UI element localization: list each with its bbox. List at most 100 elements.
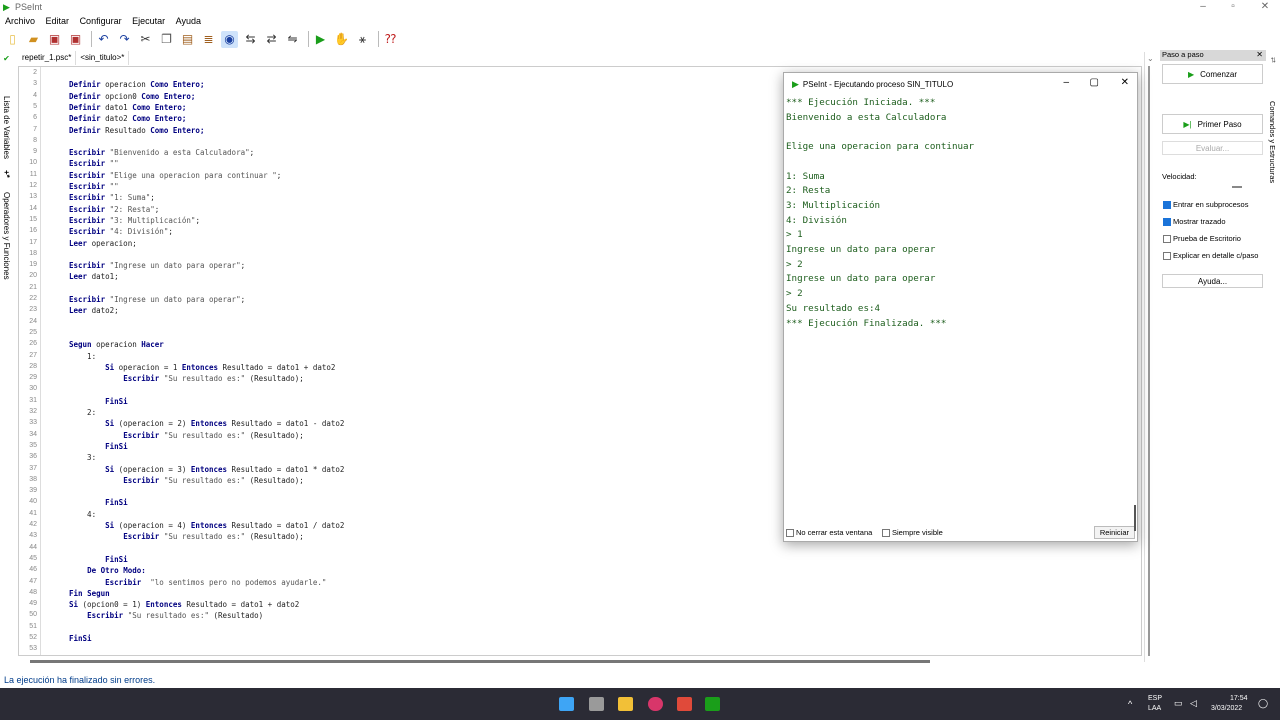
- line-number: 34: [29, 430, 37, 438]
- code-text: Escribir "1: Suma";: [69, 193, 155, 203]
- checkbox-box[interactable]: [786, 528, 794, 537]
- code-text: Leer operacion;: [69, 238, 137, 248]
- checkbox-checked[interactable]: [1163, 217, 1171, 226]
- code-text: Definir operacion Como Entero;: [69, 80, 205, 90]
- menu-editar[interactable]: Editar: [46, 14, 70, 26]
- task-view-icon[interactable]: [589, 697, 604, 711]
- clock-time[interactable]: 17:54: [1230, 695, 1248, 702]
- windows-start-icon[interactable]: [559, 697, 574, 711]
- line-number: 53: [29, 645, 37, 653]
- code-line[interactable]: 48 Fin Segun: [19, 589, 1119, 600]
- browser-icon[interactable]: [648, 697, 663, 711]
- siempre-visible-checkbox[interactable]: Siempre visible: [882, 528, 943, 537]
- indent-icon[interactable]: ≣: [200, 31, 217, 48]
- prueba-escritorio-checkbox[interactable]: Prueba de Escritorio: [1163, 234, 1241, 243]
- commands-panel-tab[interactable]: ⇄ Comandos y Estructuras: [1266, 55, 1280, 255]
- comenzar-button[interactable]: ▶ Comenzar: [1162, 64, 1263, 84]
- save-as-icon[interactable]: ▣: [67, 31, 84, 48]
- console-scrollbar[interactable]: [1134, 505, 1136, 531]
- line-number: 45: [29, 554, 37, 562]
- open-folder-icon[interactable]: ▰: [25, 31, 42, 48]
- panel-header: Paso a paso ✕: [1160, 50, 1266, 61]
- menu-configurar[interactable]: Configurar: [80, 14, 122, 26]
- office-icon[interactable]: [677, 697, 692, 711]
- minimize-icon[interactable]: –: [1188, 1, 1218, 12]
- code-line[interactable]: 47 Escribir "lo sentimos pero no podemos…: [19, 578, 1119, 589]
- console-close-icon[interactable]: ✕: [1121, 77, 1129, 88]
- code-text: Escribir "": [69, 182, 119, 191]
- line-number: 17: [29, 238, 37, 246]
- help-icon[interactable]: ⁇: [382, 31, 399, 48]
- vertical-scrollbar[interactable]: [1148, 66, 1150, 656]
- paste-icon[interactable]: ▤: [179, 31, 196, 48]
- no-cerrar-checkbox[interactable]: No cerrar esta ventana: [786, 528, 872, 537]
- code-line[interactable]: 49 Si (opcion0 = 1) Entonces Resultado = …: [19, 600, 1119, 611]
- tab-sin-titulo[interactable]: <sin_titulo>*: [76, 51, 130, 65]
- checkbox-box[interactable]: [1163, 234, 1171, 243]
- find-icon[interactable]: ◉: [221, 30, 238, 48]
- close-icon[interactable]: ✕: [1250, 1, 1280, 12]
- console-line: 4: División: [786, 214, 847, 226]
- explicar-checkbox[interactable]: Explicar en detalle c/paso: [1163, 251, 1258, 260]
- checkbox-box[interactable]: [882, 528, 890, 537]
- reiniciar-button[interactable]: Reiniciar: [1093, 526, 1135, 539]
- wrap-icon[interactable]: ⇄: [263, 31, 280, 48]
- replace-icon[interactable]: ⇆: [242, 31, 259, 48]
- save-icon[interactable]: ▣: [46, 31, 63, 48]
- primer-paso-button[interactable]: ▶| Primer Paso: [1162, 114, 1263, 134]
- separator: [91, 31, 92, 47]
- tab-repetir[interactable]: repetir_1.psc*: [18, 51, 77, 65]
- step-icon[interactable]: ✋: [333, 31, 350, 48]
- variables-panel-label[interactable]: Lista de Variables: [2, 96, 11, 159]
- cut-icon[interactable]: ✂: [137, 31, 154, 48]
- code-line[interactable]: 45 FinSi: [19, 555, 1119, 566]
- format-icon[interactable]: ⇋: [284, 31, 301, 48]
- maximize-icon[interactable]: ▫: [1218, 1, 1248, 12]
- undo-icon[interactable]: ↶: [95, 31, 112, 48]
- notifications-icon[interactable]: ◯: [1258, 698, 1268, 709]
- code-text: Si (operacion = 2) Entonces Resultado = …: [105, 419, 345, 429]
- window-title: PSeInt: [15, 2, 43, 12]
- chevron-up-icon[interactable]: ^: [1128, 699, 1132, 709]
- network-icon[interactable]: ▭: [1174, 698, 1183, 709]
- close-icon[interactable]: ✕: [1256, 50, 1263, 59]
- toolbar: ▯ ▰ ▣ ▣ ↶ ↷ ✂ ❐ ▤ ≣ ◉ ⇆ ⇄ ⇋ ▶ ✋ ⚹ ⁇: [0, 28, 1280, 50]
- evaluar-button[interactable]: Evaluar...: [1162, 141, 1263, 155]
- language-top[interactable]: ESP: [1148, 695, 1162, 702]
- new-file-icon[interactable]: ▯: [4, 31, 21, 48]
- code-line[interactable]: 51: [19, 623, 1119, 634]
- checkbox-box[interactable]: [1163, 251, 1171, 260]
- code-line[interactable]: 50 Escribir "Su resultado es:" (Resultad…: [19, 611, 1119, 622]
- code-line[interactable]: 53: [19, 645, 1119, 655]
- menu-archivo[interactable]: Archivo: [5, 14, 35, 26]
- line-number: 52: [29, 634, 37, 641]
- menu-ayuda[interactable]: Ayuda: [176, 14, 201, 26]
- run-icon[interactable]: ▶: [312, 31, 329, 48]
- volume-icon[interactable]: ◁: [1190, 698, 1197, 709]
- pseint-taskbar-icon[interactable]: [705, 697, 720, 711]
- checkbox-checked[interactable]: [1163, 200, 1171, 209]
- line-number: 49: [29, 600, 37, 608]
- code-line[interactable]: 46 De Otro Modo:: [19, 566, 1119, 577]
- code-line[interactable]: 44: [19, 544, 1119, 555]
- menu-ejecutar[interactable]: Ejecutar: [132, 14, 165, 26]
- clock-date[interactable]: 3/03/2022: [1211, 705, 1242, 712]
- redo-icon[interactable]: ↷: [116, 31, 133, 48]
- operators-panel-label[interactable]: Operadores y Funciones: [2, 192, 11, 280]
- chevron-down-icon[interactable]: ⌄: [1147, 54, 1154, 63]
- file-explorer-icon[interactable]: [618, 697, 633, 711]
- console-minimize-icon[interactable]: –: [1063, 77, 1069, 88]
- copy-icon[interactable]: ❐: [158, 31, 175, 48]
- taskbar: ^ ESP LAA ▭ ◁ 17:54 3/03/2022 ◯: [0, 688, 1280, 720]
- ayuda-button[interactable]: Ayuda...: [1162, 274, 1263, 288]
- horizontal-scrollbar[interactable]: [30, 660, 930, 663]
- console-maximize-icon[interactable]: ▢: [1090, 77, 1099, 88]
- mostrar-trazado-checkbox[interactable]: Mostrar trazado: [1163, 217, 1226, 226]
- flowchart-icon[interactable]: ⚹: [354, 31, 371, 48]
- speed-slider[interactable]: [1232, 186, 1242, 188]
- code-text: Escribir "Su resultado es:" (Resultado);: [123, 374, 304, 384]
- code-text: 2:: [69, 408, 97, 417]
- language-bottom[interactable]: LAA: [1148, 705, 1161, 712]
- subprocesos-checkbox[interactable]: Entrar en subprocesos: [1163, 200, 1248, 209]
- code-line[interactable]: 52 FinSi: [19, 634, 1119, 645]
